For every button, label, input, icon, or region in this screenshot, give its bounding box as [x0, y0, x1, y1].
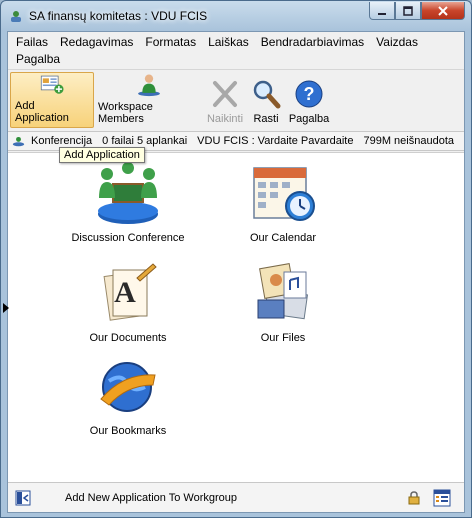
menu-pagalba[interactable]: Pagalba — [14, 51, 64, 68]
toolbar: Add Application Workspace Members Naikin… — [8, 70, 464, 132]
our-calendar-label: Our Calendar — [249, 232, 317, 244]
storage-free: 799M neišnaudota — [363, 135, 454, 147]
workspace-members-icon — [138, 74, 160, 97]
bookmarks-icon — [100, 362, 156, 412]
workspace-members-label: Workspace Members — [98, 101, 153, 125]
tooltip: Add Application — [59, 147, 145, 163]
panel-toggle-icon[interactable] — [15, 490, 31, 506]
close-icon — [438, 5, 448, 16]
naikinti-label: Naikinti — [206, 113, 244, 125]
title-bar[interactable]: SA finansų komitetas : VDU FCIS — [1, 1, 471, 31]
add-new-application-link[interactable]: Add New Application To Workgroup — [65, 492, 237, 504]
documents-icon: A — [103, 263, 157, 321]
discussion-conference-label: Discussion Conference — [71, 232, 185, 244]
add-application-button[interactable]: Add Application — [10, 72, 94, 128]
our-calendar-app[interactable]: Our Calendar — [208, 158, 358, 244]
menu-failas[interactable]: Failas — [14, 34, 52, 51]
properties-icon[interactable] — [433, 489, 451, 507]
svg-text:?: ? — [304, 84, 315, 104]
workspace-members-button[interactable]: Workspace Members — [94, 72, 204, 128]
svg-text:A: A — [114, 276, 136, 309]
menu-vaizdas[interactable]: Vaizdas — [374, 34, 422, 51]
rasti-label: Rasti — [253, 113, 279, 125]
our-documents-app[interactable]: A Our Documents — [53, 258, 203, 344]
our-files-app[interactable]: Our Files — [208, 258, 358, 344]
our-bookmarks-app[interactable]: Our Bookmarks — [53, 353, 203, 437]
pagalba-button[interactable]: ? Pagalba — [286, 72, 332, 128]
our-documents-label: Our Documents — [89, 332, 167, 344]
menu-formatas[interactable]: Formatas — [143, 34, 200, 51]
menu-laiskas[interactable]: Laiškas — [206, 34, 253, 51]
applications-area: Discussion Conference Our Calendar A Our… — [8, 152, 464, 482]
conference-icon — [12, 136, 25, 147]
our-files-label: Our Files — [260, 332, 306, 344]
maximize-icon — [403, 5, 413, 16]
menu-bendradarbiavimas[interactable]: Bendradarbiavimas — [259, 34, 368, 51]
lock-icon[interactable] — [408, 491, 420, 505]
splitter-arrow-icon[interactable] — [3, 303, 9, 313]
add-application-icon — [40, 75, 64, 94]
delete-icon — [213, 81, 237, 107]
close-button[interactable] — [421, 2, 465, 20]
search-icon — [253, 80, 281, 109]
maximize-button[interactable] — [395, 2, 421, 20]
rasti-button[interactable]: Rasti — [246, 72, 286, 128]
menu-redagavimas[interactable]: Redagavimas — [58, 34, 137, 51]
minimize-button[interactable] — [369, 2, 395, 20]
location-name: Konferencija — [31, 135, 93, 147]
minimize-icon — [378, 12, 386, 15]
files-icon — [257, 263, 309, 320]
bottom-bar: Add New Application To Workgroup — [8, 482, 464, 512]
calendar-icon — [253, 167, 315, 221]
our-bookmarks-label: Our Bookmarks — [89, 425, 167, 437]
app-window: SA finansų komitetas : VDU FCIS Failas R… — [0, 0, 472, 518]
item-counts: 0 failai 5 aplankai — [102, 135, 188, 147]
app-icon — [9, 9, 23, 23]
pagalba-label: Pagalba — [288, 113, 330, 125]
discussion-conference-icon — [98, 162, 158, 224]
naikinti-button[interactable]: Naikinti — [204, 72, 246, 128]
user-name: VDU FCIS : Vardaite Pavardaite — [197, 135, 354, 147]
window-title: SA finansų komitetas : VDU FCIS — [29, 9, 208, 23]
discussion-conference-app[interactable]: Discussion Conference — [53, 158, 203, 244]
window-controls — [369, 2, 465, 20]
menu-bar: Failas Redagavimas Formatas Laiškas Bend… — [8, 32, 464, 70]
add-application-label: Add Application — [15, 100, 69, 124]
help-icon: ? — [295, 80, 323, 108]
client-area: Failas Redagavimas Formatas Laiškas Bend… — [7, 31, 465, 513]
